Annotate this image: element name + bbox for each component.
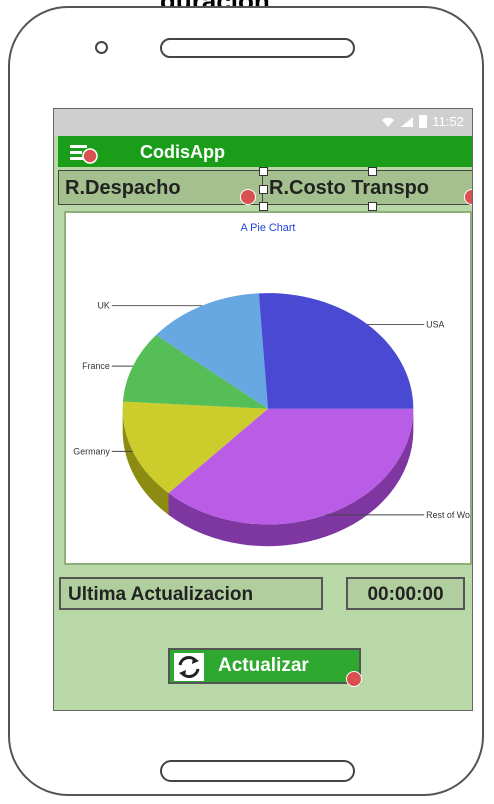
speaker-slot [160, 38, 355, 58]
link-badge-icon [240, 189, 256, 205]
selection-handle [259, 167, 268, 176]
chart-title: A Pie Chart [241, 222, 296, 234]
menu-icon[interactable] [68, 142, 98, 164]
wifi-icon [382, 117, 395, 127]
refresh-icon [174, 653, 204, 681]
app-bar: CodisApp [58, 136, 472, 167]
last-update-time: 00:00:00 [346, 577, 465, 610]
pie-slice [258, 293, 414, 409]
selection-handle [259, 185, 268, 194]
last-update-label: Ultima Actualizacion [59, 577, 323, 610]
refresh-button-label: Actualizar [218, 655, 309, 676]
link-badge-icon [346, 671, 362, 687]
pie-label: Rest of World [426, 510, 470, 520]
status-time: 11:52 [432, 114, 464, 129]
selection-handle [259, 202, 268, 211]
pie-label: France [82, 361, 110, 371]
link-badge-icon [464, 189, 472, 205]
pie-chart-svg: A Pie Chart Rest of World Germany France UK U… [73, 222, 472, 547]
status-bar: 11:52 [54, 109, 472, 136]
pie-label: UK [97, 301, 109, 311]
selection-handle [368, 202, 377, 211]
app-title: CodisApp [140, 142, 225, 162]
selection-handle [368, 167, 377, 176]
phone-frame: 11:52 CodisApp R.Despacho R.Costo Transp… [8, 6, 484, 796]
signal-icon [401, 116, 414, 127]
app-screen: 11:52 CodisApp R.Despacho R.Costo Transp… [53, 108, 473, 711]
pie-label: USA [426, 319, 444, 329]
battery-icon [419, 115, 428, 128]
pie-chart: A Pie Chart Rest of World Germany France UK U… [64, 211, 472, 565]
home-button[interactable] [160, 760, 355, 782]
tab-despacho[interactable]: R.Despacho [58, 170, 268, 205]
camera-icon [95, 41, 108, 54]
pie-label: Germany [73, 446, 110, 456]
refresh-button[interactable]: Actualizar [168, 648, 361, 684]
